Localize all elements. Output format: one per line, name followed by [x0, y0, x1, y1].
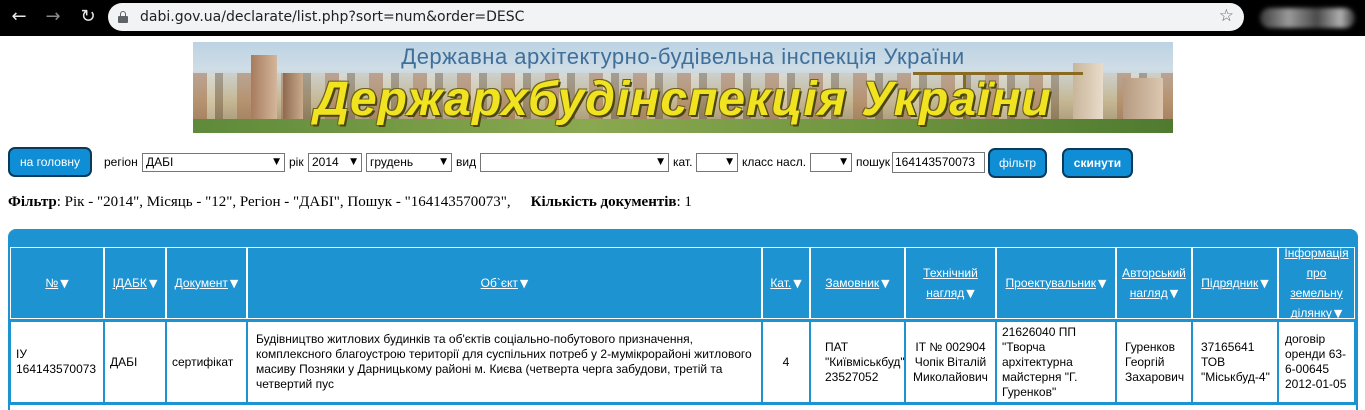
year-select[interactable]: 2014 ▼: [308, 153, 362, 172]
cell-object: Будівництво житлових будинків та об'єкті…: [247, 321, 762, 403]
cell-designer: 21626040 ПП "Творча архітектурна майстер…: [996, 321, 1116, 403]
reload-icon[interactable]: ↻: [76, 5, 100, 29]
forward-icon[interactable]: →: [41, 5, 65, 29]
sort-icon: ▼: [1169, 286, 1179, 300]
cell-document: сертифікат: [166, 321, 247, 403]
column-header-idabk[interactable]: ІДАБК ▼: [104, 247, 166, 319]
chevron-down-icon: ▼: [657, 157, 664, 167]
filter-summary: Фільтр: Рік - "2014", Місяць - "12", Рег…: [8, 194, 692, 210]
cell-author-supervision: Гуренков Георгій Захарович: [1116, 321, 1192, 403]
sort-icon: ▼: [1333, 306, 1343, 319]
category-select[interactable]: ▼: [696, 153, 738, 172]
chevron-down-icon: ▼: [840, 157, 847, 167]
column-header-category[interactable]: Кат. ▼: [762, 247, 810, 319]
sort-icon: ▼: [148, 276, 158, 290]
chevron-down-icon: ▼: [726, 157, 733, 167]
cell-customer: ПАТ "Київміськбуд" 23527052: [810, 321, 905, 403]
column-header-designer[interactable]: Проектувальник ▼: [996, 247, 1116, 319]
chevron-down-icon: ▼: [440, 157, 447, 167]
table-header: № ▼ ІДАБК ▼ Документ ▼ Об`єкт ▼ Кат. ▼ Замовн…: [8, 245, 1358, 321]
column-header-land-info[interactable]: Інформація про земельну ділянку ▼: [1278, 247, 1355, 319]
column-header-object[interactable]: Об`єкт ▼: [247, 247, 762, 319]
back-icon[interactable]: ←: [7, 5, 31, 29]
column-header-document[interactable]: Документ ▼: [166, 247, 247, 319]
column-header-customer[interactable]: Замовник ▼: [810, 247, 905, 319]
chevron-down-icon: ▼: [273, 157, 280, 167]
banner-title: Держархбудінспекція України: [314, 73, 1052, 126]
sort-icon: ▼: [1097, 276, 1107, 290]
sort-icon: ▼: [60, 276, 69, 290]
column-header-num[interactable]: № ▼: [10, 247, 104, 319]
month-select[interactable]: грудень ▼: [366, 153, 452, 172]
region-select[interactable]: ДАБІ ▼: [142, 153, 285, 172]
browser-toolbar: ← → ↻ dabi.gov.ua/declarate/list.php?sor…: [0, 0, 1365, 36]
home-button[interactable]: на головну: [8, 147, 92, 177]
cell-num: ІУ 164143570073: [10, 321, 104, 403]
cell-idabk: ДАБІ: [104, 321, 166, 403]
column-header-tech-supervision[interactable]: Технічний нагляд ▼: [905, 247, 996, 319]
sort-icon: ▼: [519, 276, 529, 290]
cell-contractor: 37165641 ТОВ "Міськбуд-4": [1192, 321, 1278, 403]
site-banner: Державна архітектурно-будівельна інспекц…: [193, 42, 1173, 133]
search-label: пошук: [856, 155, 891, 169]
type-label: вид: [456, 155, 477, 169]
class-label: класс насл.: [742, 155, 807, 169]
banner-subtitle: Державна архітектурно-будівельна інспекц…: [401, 44, 965, 69]
class-select[interactable]: ▼: [810, 153, 852, 172]
category-label: кат.: [673, 155, 693, 169]
table-row: ІУ 164143570073 ДАБІ сертифікат Будівниц…: [8, 321, 1358, 403]
column-header-author-supervision[interactable]: Авторський нагляд ▼: [1116, 247, 1192, 319]
sort-icon: ▼: [881, 276, 890, 290]
sort-icon: ▼: [966, 286, 975, 300]
declarations-table: № ▼ ІДАБК ▼ Документ ▼ Об`єкт ▼ Кат. ▼ Замовн…: [8, 229, 1358, 410]
cell-tech-supervision: ІТ № 002904 Чопік Віталій Миколайович: [905, 321, 996, 403]
url-text[interactable]: dabi.gov.ua/declarate/list.php?sort=num&…: [140, 9, 524, 25]
column-header-contractor[interactable]: Підрядник ▼: [1192, 247, 1278, 319]
type-select[interactable]: ▼: [480, 153, 669, 172]
region-label: регіон: [104, 155, 138, 169]
cell-land-info: договір оренди 63-6-00645 2012-01-05: [1278, 321, 1355, 403]
sort-icon: ▼: [1260, 276, 1269, 290]
filter-button[interactable]: фільтр: [988, 148, 1047, 178]
sort-icon: ▼: [229, 276, 239, 290]
extensions-area[interactable]: [1260, 8, 1355, 28]
star-icon[interactable]: ☆: [1219, 6, 1234, 26]
year-label: рік: [289, 155, 304, 169]
chevron-down-icon: ▼: [350, 157, 357, 167]
search-input[interactable]: 164143570073: [892, 152, 985, 173]
sort-icon: ▼: [793, 276, 802, 290]
address-bar[interactable]: dabi.gov.ua/declarate/list.php?sort=num&…: [108, 3, 1244, 31]
lock-icon[interactable]: [118, 11, 128, 23]
cell-category: 4: [762, 321, 810, 403]
reset-button[interactable]: скинути: [1062, 148, 1133, 178]
